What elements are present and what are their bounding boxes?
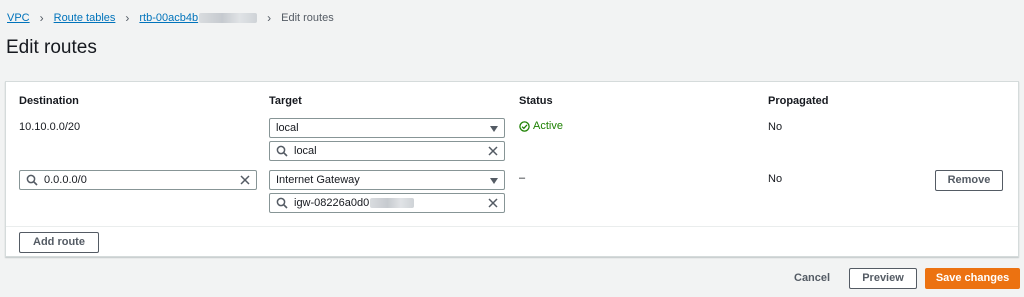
breadcrumb-current: Edit routes bbox=[281, 12, 334, 24]
route-destination: 10.10.0.0/20 bbox=[19, 121, 81, 133]
chevron-right-icon: › bbox=[39, 11, 44, 25]
route-status: – bbox=[519, 172, 526, 184]
column-header-status: Status bbox=[519, 95, 553, 107]
clear-icon[interactable] bbox=[239, 174, 251, 186]
redacted-text bbox=[199, 13, 258, 24]
divider bbox=[6, 226, 1018, 227]
target-search-input[interactable]: local bbox=[269, 141, 505, 161]
target-search-input[interactable]: igw-08226a0d0 bbox=[269, 193, 505, 213]
destination-input[interactable]: 0.0.0.0/0 bbox=[19, 170, 257, 190]
search-icon bbox=[26, 174, 38, 186]
route-propagated: No bbox=[768, 173, 783, 185]
status-label: Active bbox=[533, 120, 563, 132]
clear-icon[interactable] bbox=[487, 197, 499, 209]
target-search-value: igw-08226a0d0 bbox=[294, 197, 370, 209]
column-header-destination: Destination bbox=[19, 95, 79, 107]
target-search-value: local bbox=[294, 145, 317, 157]
destination-value: 0.0.0.0/0 bbox=[44, 174, 87, 186]
caret-down-icon bbox=[490, 178, 498, 184]
add-route-button[interactable]: Add route bbox=[19, 232, 99, 253]
target-type-value: Internet Gateway bbox=[276, 174, 360, 186]
clear-icon[interactable] bbox=[487, 145, 499, 157]
routes-panel: Destination Target Status Propagated 10.… bbox=[5, 81, 1019, 257]
save-changes-button[interactable]: Save changes bbox=[925, 268, 1020, 289]
preview-button[interactable]: Preview bbox=[849, 268, 917, 289]
redacted-text bbox=[370, 198, 415, 209]
cancel-button[interactable]: Cancel bbox=[794, 272, 830, 284]
chevron-right-icon: › bbox=[267, 11, 272, 25]
target-type-value: local bbox=[276, 122, 299, 134]
breadcrumb-vpc-link[interactable]: VPC bbox=[7, 12, 30, 24]
page-title: Edit routes bbox=[6, 37, 97, 58]
breadcrumb-route-table-link[interactable]: rtb-00acb4b bbox=[139, 12, 258, 24]
column-header-propagated: Propagated bbox=[768, 95, 829, 107]
search-icon bbox=[276, 145, 288, 157]
route-status: Active bbox=[519, 120, 563, 132]
route-table-id: rtb-00acb4b bbox=[139, 12, 199, 24]
column-header-target: Target bbox=[269, 95, 302, 107]
breadcrumb: VPC › Route tables › rtb-00acb4b › Edit … bbox=[7, 11, 334, 25]
remove-route-button[interactable]: Remove bbox=[935, 170, 1003, 191]
caret-down-icon bbox=[490, 126, 498, 132]
route-propagated: No bbox=[768, 121, 783, 133]
target-type-select[interactable]: Internet Gateway bbox=[269, 170, 505, 190]
target-type-select[interactable]: local bbox=[269, 118, 505, 138]
breadcrumb-route-tables-link[interactable]: Route tables bbox=[54, 12, 116, 24]
search-icon bbox=[276, 197, 288, 209]
chevron-right-icon: › bbox=[125, 11, 130, 25]
check-circle-icon bbox=[519, 120, 530, 132]
